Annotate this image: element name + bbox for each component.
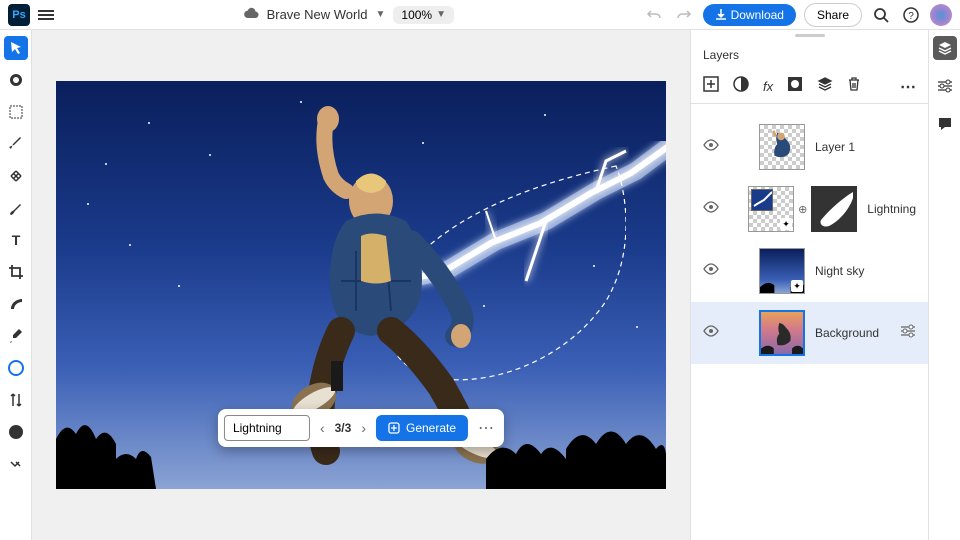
generate-label: Generate [406,421,456,435]
eyedropper-tool[interactable] [4,324,28,348]
mask-thumbnail[interactable] [811,186,857,232]
layer-row[interactable]: Background [691,302,928,364]
move-tool[interactable] [4,36,28,60]
crop-tool[interactable] [4,260,28,284]
visibility-toggle[interactable] [703,262,719,280]
layer-row[interactable]: ✦ Night sky [691,240,928,302]
brush-tool[interactable] [4,132,28,156]
layer-thumbnail[interactable] [759,310,805,356]
adjustment-layer-button[interactable] [733,76,749,97]
right-rail [928,30,960,540]
layer-name: Lightning [867,202,916,216]
document-title[interactable]: Brave New World [267,7,368,22]
next-variation-button[interactable]: › [357,420,370,436]
link-icon: ⊕ [798,203,807,216]
visibility-toggle[interactable] [703,200,719,218]
cloud-icon [243,6,259,24]
panel-handle[interactable] [691,30,928,40]
layer-toolbar: fx ⋯ [691,70,928,104]
gradient-tool[interactable] [4,292,28,316]
delete-layer-button[interactable] [847,76,861,97]
generative-toolbar: ‹ 3/3 › Generate ⋯ [218,409,504,447]
shape-tool[interactable] [4,356,28,380]
left-toolbar: T [0,30,32,540]
share-button[interactable]: Share [804,3,862,27]
generate-button[interactable]: Generate [376,415,468,441]
layer-name: Night sky [815,264,864,278]
add-layer-button[interactable] [703,76,719,97]
download-button[interactable]: Download [703,4,796,26]
more-options-button[interactable]: ⋯ [474,418,498,438]
canvas-area: ‹ 3/3 › Generate ⋯ [32,30,690,540]
color-swatch[interactable] [4,420,28,444]
layer-row[interactable]: ✦ ⊕ Lightning [691,178,928,240]
transform-tool[interactable] [4,68,28,92]
paint-tool[interactable] [4,196,28,220]
layer-row[interactable]: Layer 1 [691,116,928,178]
panel-title: Layers [691,40,928,70]
visibility-toggle[interactable] [703,138,719,156]
more-tools[interactable] [4,452,28,476]
layer-name: Layer 1 [815,140,855,154]
fx-button[interactable]: fx [763,79,773,94]
comments-rail-button[interactable] [933,112,957,136]
chevron-down-icon[interactable]: ▼ [375,9,385,20]
download-label: Download [731,8,784,22]
layer-list: Layer 1 ✦ ⊕ [691,104,928,540]
user-avatar[interactable] [930,4,952,26]
layer-properties-button[interactable] [900,324,916,343]
generative-badge-icon: ✦ [791,280,803,292]
generative-badge-icon: ✦ [780,218,792,230]
visibility-toggle[interactable] [703,324,719,342]
generate-icon [388,422,400,434]
help-button[interactable]: ? [900,4,922,26]
top-bar: Ps Brave New World ▼ 100% ▼ Download Sha… [0,0,960,30]
download-icon [715,9,727,21]
search-button[interactable] [870,4,892,26]
redo-button[interactable] [673,4,695,26]
select-tool[interactable] [4,100,28,124]
canvas[interactable]: ‹ 3/3 › Generate ⋯ [56,81,666,489]
variation-counter: 3/3 [335,421,352,435]
undo-button[interactable] [643,4,665,26]
layer-name: Background [815,326,879,340]
zoom-level[interactable]: 100% ▼ [393,6,454,24]
chevron-down-icon: ▼ [436,9,446,20]
svg-text:?: ? [908,11,914,22]
layer-thumbnail[interactable] [759,124,805,170]
layer-thumbnail[interactable]: ✦ [759,248,805,294]
properties-rail-button[interactable] [933,74,957,98]
panel-more-button[interactable]: ⋯ [900,77,916,97]
layers-panel: Layers fx ⋯ Layer 1 [690,30,928,540]
text-tool[interactable]: T [4,228,28,252]
prev-variation-button[interactable]: ‹ [316,420,329,436]
arrange-tool[interactable] [4,388,28,412]
layer-thumbnail[interactable]: ✦ [748,186,794,232]
mask-button[interactable] [787,76,803,97]
layers-rail-button[interactable] [933,36,957,60]
heal-tool[interactable] [4,164,28,188]
layers-stack-icon[interactable] [817,76,833,97]
menu-button[interactable] [38,8,54,22]
app-logo[interactable]: Ps [8,4,30,26]
zoom-value: 100% [401,8,432,22]
prompt-input[interactable] [224,415,310,441]
svg-text:T: T [11,232,20,248]
